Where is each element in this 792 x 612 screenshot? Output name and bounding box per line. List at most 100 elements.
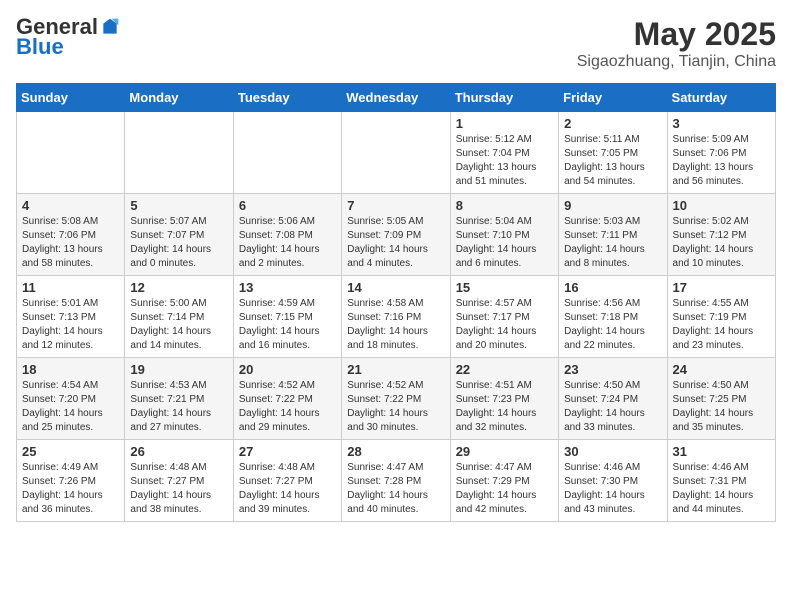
page-header: General Blue May 2025 Sigaozhuang, Tianj…: [16, 16, 776, 71]
calendar-cell: 13Sunrise: 4:59 AM Sunset: 7:15 PM Dayli…: [233, 276, 341, 358]
day-info: Sunrise: 4:56 AM Sunset: 7:18 PM Dayligh…: [564, 297, 661, 353]
calendar-cell: 9 Sunrise: 5:03 AM Sunset: 7:11 PM Daylig…: [559, 194, 667, 276]
month-title: May 2025: [577, 16, 776, 53]
day-number: 12: [130, 280, 227, 295]
day-number: 26: [130, 444, 227, 459]
calendar-week-row: 1Sunrise: 5:12 AM Sunset: 7:04 PM Daylig…: [17, 112, 776, 194]
day-info: Sunrise: 4:51 AM Sunset: 7:23 PM Dayligh…: [456, 379, 553, 435]
day-number: 6: [239, 198, 336, 213]
day-number: 4: [22, 198, 119, 213]
day-info: Sunrise: 5:00 AM Sunset: 7:14 PM Dayligh…: [130, 297, 227, 353]
day-number: 11: [22, 280, 119, 295]
day-info: Sunrise: 4:58 AM Sunset: 7:16 PM Dayligh…: [347, 297, 444, 353]
day-number: 17: [673, 280, 770, 295]
day-info: Sunrise: 5:09 AM Sunset: 7:06 PM Dayligh…: [673, 133, 770, 189]
calendar-cell: [125, 112, 233, 194]
day-info: Sunrise: 4:47 AM Sunset: 7:28 PM Dayligh…: [347, 461, 444, 517]
day-number: 18: [22, 362, 119, 377]
day-number: 20: [239, 362, 336, 377]
weekday-header: Sunday: [17, 84, 125, 112]
calendar-cell: 20 Sunrise: 4:52 AM Sunset: 7:22 PM Dayli…: [233, 358, 341, 440]
day-info: Sunrise: 5:07 AM Sunset: 7:07 PM Dayligh…: [130, 215, 227, 271]
day-info: Sunrise: 5:05 AM Sunset: 7:09 PM Dayligh…: [347, 215, 444, 271]
day-info: Sunrise: 4:47 AM Sunset: 7:29 PM Dayligh…: [456, 461, 553, 517]
day-info: Sunrise: 5:03 AM Sunset: 7:11 PM Dayligh…: [564, 215, 661, 271]
day-number: 8: [456, 198, 553, 213]
day-number: 19: [130, 362, 227, 377]
day-number: 2: [564, 116, 661, 131]
day-info: Sunrise: 4:52 AM Sunset: 7:22 PM Dayligh…: [347, 379, 444, 435]
calendar-week-row: 11 Sunrise: 5:01 AM Sunset: 7:13 PM Dayli…: [17, 276, 776, 358]
calendar-cell: 18 Sunrise: 4:54 AM Sunset: 7:20 PM Dayli…: [17, 358, 125, 440]
day-number: 27: [239, 444, 336, 459]
calendar-cell: [233, 112, 341, 194]
calendar-week-row: 18 Sunrise: 4:54 AM Sunset: 7:20 PM Dayli…: [17, 358, 776, 440]
calendar-cell: 3Sunrise: 5:09 AM Sunset: 7:06 PM Daylig…: [667, 112, 775, 194]
day-info: Sunrise: 4:50 AM Sunset: 7:25 PM Dayligh…: [673, 379, 770, 435]
calendar-cell: 29 Sunrise: 4:47 AM Sunset: 7:29 PM Dayli…: [450, 440, 558, 522]
weekday-header: Wednesday: [342, 84, 450, 112]
calendar-cell: 17Sunrise: 4:55 AM Sunset: 7:19 PM Dayli…: [667, 276, 775, 358]
day-info: Sunrise: 5:11 AM Sunset: 7:05 PM Dayligh…: [564, 133, 661, 189]
calendar-cell: 22 Sunrise: 4:51 AM Sunset: 7:23 PM Dayli…: [450, 358, 558, 440]
logo-blue-text: Blue: [16, 34, 64, 60]
calendar-table: SundayMondayTuesdayWednesdayThursdayFrid…: [16, 83, 776, 522]
calendar-cell: 12 Sunrise: 5:00 AM Sunset: 7:14 PM Dayli…: [125, 276, 233, 358]
calendar-cell: 30 Sunrise: 4:46 AM Sunset: 7:30 PM Dayli…: [559, 440, 667, 522]
day-info: Sunrise: 4:48 AM Sunset: 7:27 PM Dayligh…: [130, 461, 227, 517]
day-info: Sunrise: 5:02 AM Sunset: 7:12 PM Dayligh…: [673, 215, 770, 271]
calendar-cell: 11 Sunrise: 5:01 AM Sunset: 7:13 PM Dayli…: [17, 276, 125, 358]
day-number: 30: [564, 444, 661, 459]
weekday-header-row: SundayMondayTuesdayWednesdayThursdayFrid…: [17, 84, 776, 112]
day-number: 31: [673, 444, 770, 459]
day-number: 16: [564, 280, 661, 295]
day-info: Sunrise: 5:01 AM Sunset: 7:13 PM Dayligh…: [22, 297, 119, 353]
calendar-week-row: 4 Sunrise: 5:08 AM Sunset: 7:06 PM Daylig…: [17, 194, 776, 276]
day-info: Sunrise: 5:08 AM Sunset: 7:06 PM Dayligh…: [22, 215, 119, 271]
calendar-cell: 24 Sunrise: 4:50 AM Sunset: 7:25 PM Dayli…: [667, 358, 775, 440]
calendar-cell: 8 Sunrise: 5:04 AM Sunset: 7:10 PM Daylig…: [450, 194, 558, 276]
day-number: 1: [456, 116, 553, 131]
calendar-cell: 5 Sunrise: 5:07 AM Sunset: 7:07 PM Daylig…: [125, 194, 233, 276]
calendar-week-row: 25Sunrise: 4:49 AM Sunset: 7:26 PM Dayli…: [17, 440, 776, 522]
day-number: 24: [673, 362, 770, 377]
day-number: 23: [564, 362, 661, 377]
day-number: 28: [347, 444, 444, 459]
calendar-cell: 27 Sunrise: 4:48 AM Sunset: 7:27 PM Dayli…: [233, 440, 341, 522]
calendar-cell: 26 Sunrise: 4:48 AM Sunset: 7:27 PM Dayli…: [125, 440, 233, 522]
day-number: 22: [456, 362, 553, 377]
day-number: 13: [239, 280, 336, 295]
day-number: 9: [564, 198, 661, 213]
calendar-cell: 19 Sunrise: 4:53 AM Sunset: 7:21 PM Dayli…: [125, 358, 233, 440]
day-info: Sunrise: 4:53 AM Sunset: 7:21 PM Dayligh…: [130, 379, 227, 435]
calendar-cell: [342, 112, 450, 194]
calendar-cell: 16 Sunrise: 4:56 AM Sunset: 7:18 PM Dayli…: [559, 276, 667, 358]
day-info: Sunrise: 4:57 AM Sunset: 7:17 PM Dayligh…: [456, 297, 553, 353]
day-number: 15: [456, 280, 553, 295]
day-info: Sunrise: 5:04 AM Sunset: 7:10 PM Dayligh…: [456, 215, 553, 271]
location-text: Sigaozhuang, Tianjin, China: [577, 53, 776, 71]
day-info: Sunrise: 4:54 AM Sunset: 7:20 PM Dayligh…: [22, 379, 119, 435]
logo: General Blue: [16, 16, 120, 60]
title-block: May 2025 Sigaozhuang, Tianjin, China: [577, 16, 776, 71]
day-info: Sunrise: 4:48 AM Sunset: 7:27 PM Dayligh…: [239, 461, 336, 517]
calendar-cell: 4 Sunrise: 5:08 AM Sunset: 7:06 PM Daylig…: [17, 194, 125, 276]
day-number: 21: [347, 362, 444, 377]
weekday-header: Friday: [559, 84, 667, 112]
calendar-cell: 31 Sunrise: 4:46 AM Sunset: 7:31 PM Dayli…: [667, 440, 775, 522]
day-number: 5: [130, 198, 227, 213]
day-number: 29: [456, 444, 553, 459]
calendar-cell: 21 Sunrise: 4:52 AM Sunset: 7:22 PM Dayli…: [342, 358, 450, 440]
calendar-cell: 6Sunrise: 5:06 AM Sunset: 7:08 PM Daylig…: [233, 194, 341, 276]
calendar-cell: 23Sunrise: 4:50 AM Sunset: 7:24 PM Dayli…: [559, 358, 667, 440]
day-number: 25: [22, 444, 119, 459]
day-info: Sunrise: 4:46 AM Sunset: 7:30 PM Dayligh…: [564, 461, 661, 517]
logo-icon: [100, 17, 120, 37]
calendar-cell: 15 Sunrise: 4:57 AM Sunset: 7:17 PM Dayli…: [450, 276, 558, 358]
day-info: Sunrise: 4:46 AM Sunset: 7:31 PM Dayligh…: [673, 461, 770, 517]
day-info: Sunrise: 4:52 AM Sunset: 7:22 PM Dayligh…: [239, 379, 336, 435]
weekday-header: Tuesday: [233, 84, 341, 112]
day-number: 7: [347, 198, 444, 213]
calendar-cell: 1Sunrise: 5:12 AM Sunset: 7:04 PM Daylig…: [450, 112, 558, 194]
calendar-cell: 10Sunrise: 5:02 AM Sunset: 7:12 PM Dayli…: [667, 194, 775, 276]
